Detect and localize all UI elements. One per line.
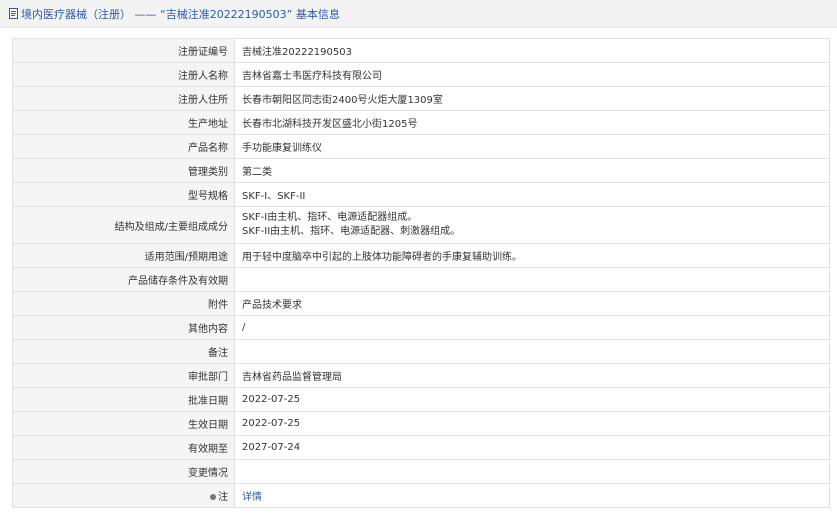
row-value: 长春市北湖科技开发区盛北小街1205号 — [234, 110, 830, 135]
document-icon — [9, 8, 18, 19]
row-label: 管理类别 — [12, 158, 235, 183]
value-line: SKF-II由主机、指环、电源适配器、刺激器组成。 — [242, 226, 461, 237]
row-label: 注 — [218, 492, 228, 503]
row-label: 产品储存条件及有效期 — [12, 267, 235, 292]
row-label: 批准日期 — [12, 387, 235, 412]
row-label: 型号规格 — [12, 182, 235, 207]
row-label: 变更情况 — [12, 459, 235, 484]
row-value: 2022-07-25 — [234, 387, 830, 412]
row-value: SKF-I、SKF-II — [234, 182, 830, 207]
row-label: 注册人住所 — [12, 86, 235, 111]
table-row: 产品储存条件及有效期 — [12, 267, 830, 292]
row-label: 有效期至 — [12, 435, 235, 460]
row-value: 长春市朝阳区同志街2400号火炬大厦1309室 — [234, 86, 830, 111]
table-row: 注册人住所 长春市朝阳区同志街2400号火炬大厦1309室 — [12, 86, 830, 111]
row-value — [234, 339, 830, 364]
row-label: 生产地址 — [12, 110, 235, 135]
table-row: 注册人名称 吉林省嘉士韦医疗科技有限公司 — [12, 62, 830, 87]
table-row: 管理类别 第二类 — [12, 158, 830, 183]
table-row: 适用范围/预期用途 用于轻中度脑卒中引起的上肢体功能障碍者的手康复辅助训练。 — [12, 243, 830, 268]
row-value: 2022-07-25 — [234, 411, 830, 436]
row-value — [234, 459, 830, 484]
page-title: 境内医疗器械（注册） —— “吉械注准20222190503” 基本信息 — [21, 7, 340, 21]
row-value: 用于轻中度脑卒中引起的上肢体功能障碍者的手康复辅助训练。 — [234, 243, 830, 268]
table-row: 批准日期 2022-07-25 — [12, 387, 830, 412]
row-label: 审批部门 — [12, 363, 235, 388]
row-value: / — [234, 315, 830, 340]
value-line: SKF-I由主机、指环、电源适配器组成。 — [242, 212, 418, 223]
row-label: 结构及组成/主要组成成分 — [12, 206, 235, 244]
row-value: 吉械注准20222190503 — [234, 38, 830, 63]
row-label: 附件 — [12, 291, 235, 316]
row-value: 第二类 — [234, 158, 830, 183]
page-header: 境内医疗器械（注册） —— “吉械注准20222190503” 基本信息 — [0, 0, 837, 28]
table-row: 注 详情 — [12, 483, 830, 508]
row-value: 2027-07-24 — [234, 435, 830, 460]
row-value: 产品技术要求 — [234, 291, 830, 316]
info-table-container: 注册证编号 吉械注准20222190503 注册人名称 吉林省嘉士韦医疗科技有限… — [12, 38, 830, 508]
table-row: 注册证编号 吉械注准20222190503 — [12, 38, 830, 63]
row-value: 详情 — [234, 483, 830, 508]
row-label: 注册证编号 — [12, 38, 235, 63]
row-value: 吉林省药品监督管理局 — [234, 363, 830, 388]
row-label: 适用范围/预期用途 — [12, 243, 235, 268]
table-row: 生产地址 长春市北湖科技开发区盛北小街1205号 — [12, 110, 830, 135]
row-label: 其他内容 — [12, 315, 235, 340]
table-row: 结构及组成/主要组成成分 SKF-I由主机、指环、电源适配器组成。 SKF-II… — [12, 206, 830, 244]
table-row: 变更情况 — [12, 459, 830, 484]
table-row: 有效期至 2027-07-24 — [12, 435, 830, 460]
table-row: 备注 — [12, 339, 830, 364]
table-row: 附件 产品技术要求 — [12, 291, 830, 316]
table-row: 型号规格 SKF-I、SKF-II — [12, 182, 830, 207]
table-row: 产品名称 手功能康复训练仪 — [12, 134, 830, 159]
table-row: 审批部门 吉林省药品监督管理局 — [12, 363, 830, 388]
details-link[interactable]: 详情 — [242, 492, 262, 503]
row-label: 注册人名称 — [12, 62, 235, 87]
table-row: 其他内容 / — [12, 315, 830, 340]
row-label: 生效日期 — [12, 411, 235, 436]
note-label-cell: 注 — [12, 483, 235, 508]
row-value — [234, 267, 830, 292]
bullet-icon — [210, 494, 216, 500]
row-value: SKF-I由主机、指环、电源适配器组成。 SKF-II由主机、指环、电源适配器、… — [234, 206, 830, 244]
table-row: 生效日期 2022-07-25 — [12, 411, 830, 436]
row-value: 手功能康复训练仪 — [234, 134, 830, 159]
info-table: 注册证编号 吉械注准20222190503 注册人名称 吉林省嘉士韦医疗科技有限… — [12, 38, 830, 508]
row-label: 产品名称 — [12, 134, 235, 159]
row-label: 备注 — [12, 339, 235, 364]
row-value: 吉林省嘉士韦医疗科技有限公司 — [234, 62, 830, 87]
